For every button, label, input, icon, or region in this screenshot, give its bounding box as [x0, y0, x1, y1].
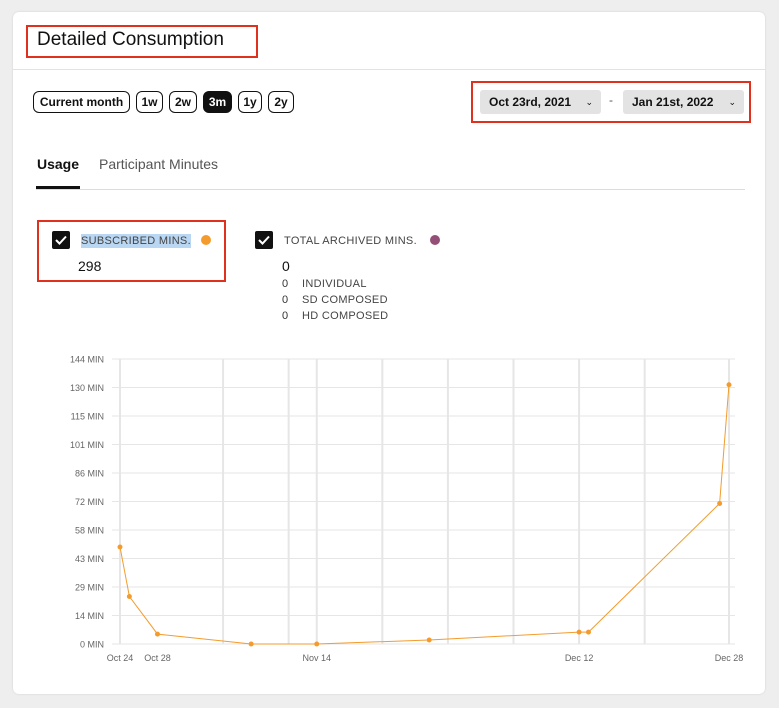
y-tick-label: 101 MIN: [70, 440, 104, 450]
y-tick-label: 72 MIN: [75, 497, 104, 507]
y-tick-label: 43 MIN: [75, 554, 104, 564]
data-point: [314, 641, 320, 647]
x-tick-label: Oct 24: [107, 653, 134, 663]
x-tick-label: Oct 28: [144, 653, 171, 663]
y-tick-label: 29 MIN: [75, 583, 104, 593]
y-tick-label: 115 MIN: [71, 412, 104, 422]
x-tick-label: Dec 12: [565, 653, 594, 663]
data-point: [717, 500, 723, 506]
data-point: [248, 641, 254, 647]
usage-line-chart: 0 MIN 14 MIN 29 MIN 43 MIN 58 MIN 72 MIN 86 MI…: [70, 355, 744, 664]
data-point: [154, 631, 160, 637]
data-point: [576, 629, 582, 635]
y-tick-label: 58 MIN: [75, 526, 104, 536]
x-tick-label: Nov 14: [302, 653, 331, 663]
data-point: [726, 382, 732, 388]
data-point: [585, 629, 591, 635]
data-point: [126, 594, 132, 599]
y-tick-label: 130 MIN: [70, 383, 104, 393]
y-tick-label: 86 MIN: [75, 469, 104, 479]
y-tick-label: 0 MIN: [80, 640, 104, 650]
series-line: [119, 384, 730, 645]
data-point: [117, 544, 123, 550]
x-tick-label: Dec 28: [715, 653, 744, 663]
data-point: [426, 637, 432, 643]
y-tick-label: 14 MIN: [75, 611, 104, 621]
y-tick-label: 144 MIN: [70, 355, 104, 365]
